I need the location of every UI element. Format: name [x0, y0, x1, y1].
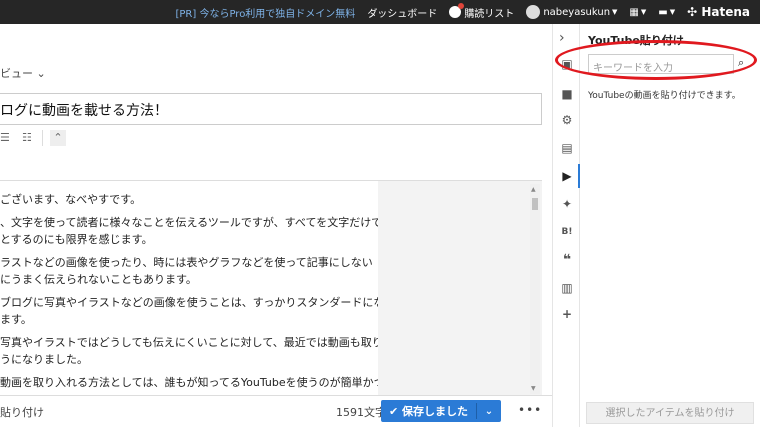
scroll-up-icon[interactable]: ▲	[531, 186, 536, 193]
paragraph: うになりました。	[0, 353, 88, 366]
toolbar-divider	[42, 130, 43, 146]
chevron-down-icon: ▼	[612, 8, 618, 16]
youtube-icon[interactable]: ▶	[559, 168, 575, 184]
clipboard-icon[interactable]: ▥	[559, 280, 575, 296]
editor-footer: 貼り付け 1591文字 ✔ 保存しました ⌄ •••	[0, 395, 552, 427]
chevron-down-icon: ⌄	[36, 67, 46, 80]
notification-icon	[449, 3, 465, 18]
scroll-thumb[interactable]	[532, 198, 538, 210]
paragraph: ラストなどの画像を使ったり、時には表やグラフなどを使って記事にしない	[0, 256, 373, 269]
chevron-down-icon[interactable]: ⌄	[477, 406, 501, 417]
numbered-list-icon[interactable]: ☷	[22, 131, 32, 144]
document-icon[interactable]: ▤	[559, 140, 575, 156]
save-button-label: ✔ 保存しました	[381, 403, 477, 419]
insert-selected-button[interactable]: 選択したアイテムを貼り付け	[586, 402, 754, 424]
paragraph: 写真やイラストではどうしても伝えにくいことに対して、最近では動画も取り	[0, 336, 383, 349]
annotation-circle	[555, 40, 757, 80]
editor-area: ビュー ⌄ ログに動画を載せる方法！ ☰ ☷ ⌃ ございます、なべやすです。 、…	[0, 24, 552, 427]
more-options-button[interactable]: •••	[518, 403, 542, 417]
scroll-down-icon[interactable]: ▼	[531, 385, 536, 392]
list-icon[interactable]: ☰	[0, 131, 10, 144]
grid-icon: ▦	[629, 6, 639, 18]
quote-icon[interactable]: ❝	[559, 252, 575, 268]
paste-label[interactable]: 貼り付け	[0, 404, 44, 420]
paragraph: とするのにも限界を感じます。	[0, 233, 153, 246]
reading-list-label: 購読リスト	[464, 8, 515, 20]
apps-menu[interactable]: ▦ ▼	[629, 7, 646, 18]
panel-description: YouTubeの動画を貼り付けできます。	[588, 91, 741, 101]
edit-mode-select[interactable]: ビュー ⌄	[0, 65, 46, 81]
hatena-logo[interactable]: ✣ Hatena	[687, 5, 750, 19]
plus-icon[interactable]: +	[559, 306, 575, 322]
char-count: 1591文字	[336, 406, 386, 419]
chevron-right-icon[interactable]: ›	[559, 30, 565, 46]
editor-margin	[378, 181, 542, 395]
paragraph: ブログに写真やイラストなどの画像を使うことは、すっかりスタンダードにな	[0, 296, 385, 309]
user-menu[interactable]: nabeyasukun ▼	[526, 5, 617, 19]
chevron-down-icon: ▼	[640, 8, 647, 16]
title-input[interactable]: ログに動画を載せる方法！	[0, 93, 542, 125]
brand-label: Hatena	[701, 5, 750, 19]
paragraph: ます。	[0, 313, 32, 326]
folder-icon[interactable]: ■	[559, 86, 575, 102]
plugin-toolstrip: › ▣ ■ ⚙ ▤ ▶ ✦ B! ❝ ▥ +	[552, 24, 580, 427]
reading-list-link[interactable]: 購読リスト	[449, 3, 515, 20]
avatar	[526, 5, 541, 19]
hatena-bookmark-icon[interactable]: B!	[559, 224, 575, 240]
messages-menu[interactable]: ▬ ▼	[658, 7, 675, 18]
edit-mode-label: ビュー	[0, 67, 33, 80]
chevron-down-icon: ▼	[669, 8, 676, 16]
save-button[interactable]: ✔ 保存しました ⌄	[381, 400, 501, 422]
collapse-toolbar-icon[interactable]: ⌃	[50, 130, 66, 146]
body-editor[interactable]: ございます、なべやすです。 、文字を使って読者に様々なことを伝えるツールですが、…	[0, 180, 542, 397]
editor-scrollbar[interactable]: ▲ ▼	[530, 184, 540, 394]
promo-link[interactable]: [PR] 今ならPro利用で独自ドメイン無料	[175, 5, 355, 20]
user-name: nabeyasukun	[543, 6, 611, 18]
twitter-icon[interactable]: ✦	[559, 196, 575, 212]
gear-icon[interactable]: ⚙	[559, 112, 575, 128]
youtube-panel: YouTube貼り付け キーワードを入力 ⌕ YouTubeの動画を貼り付けでき…	[580, 24, 760, 427]
top-navbar: [PR] 今ならPro利用で独自ドメイン無料 ダッシュボード 購読リスト nab…	[0, 0, 760, 24]
body-text[interactable]: ございます、なべやすです。 、文字を使って読者に様々なことを伝えるツールですが、…	[0, 191, 395, 397]
paragraph: にうまく伝えられないこともあります。	[0, 273, 197, 286]
dashboard-link[interactable]: ダッシュボード	[367, 5, 437, 20]
comment-icon: ▬	[658, 6, 668, 18]
paragraph: ございます、なべやすです。	[0, 193, 142, 206]
paragraph: 、文字を使って読者に様々なことを伝えるツールですが、すべてを文字だけで	[0, 216, 383, 229]
paragraph: 動画を取り入れる方法としては、誰もが知ってるYouTubeを使うのが簡単かつ	[0, 376, 385, 389]
